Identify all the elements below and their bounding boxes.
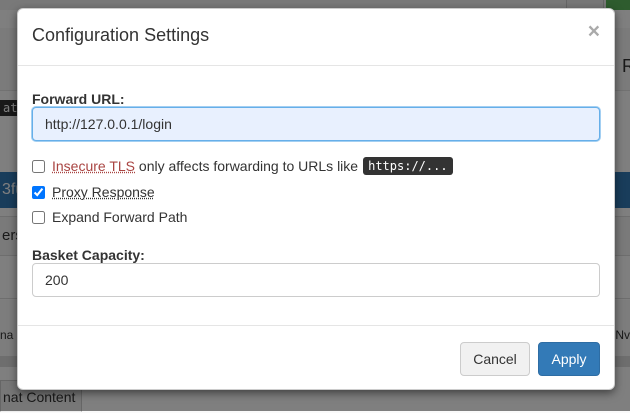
- insecure-tls-text: only affects forwarding to URLs like: [135, 158, 358, 174]
- forward-url-label: Forward URL:: [32, 91, 125, 107]
- modal-header: Configuration Settings ×: [18, 9, 614, 66]
- close-icon[interactable]: ×: [588, 21, 600, 42]
- expand-forward-path-checkbox[interactable]: [32, 210, 45, 224]
- forward-url-input[interactable]: [32, 107, 600, 141]
- insecure-tls-row: Insecure TLS only affects forwarding to …: [32, 157, 453, 175]
- basket-capacity-input[interactable]: [32, 263, 600, 297]
- proxy-response-row: Proxy Response: [32, 184, 155, 200]
- expand-forward-path-label: Expand Forward Path: [52, 209, 188, 225]
- apply-button[interactable]: Apply: [538, 342, 600, 376]
- configuration-modal: Configuration Settings × Forward URL: In…: [17, 8, 615, 390]
- modal-title: Configuration Settings: [32, 25, 210, 45]
- insecure-tls-term: Insecure TLS: [52, 158, 136, 174]
- proxy-response-label: Proxy Response: [52, 184, 155, 200]
- insecure-tls-checkbox[interactable]: [32, 159, 45, 173]
- https-code: https://...: [363, 157, 453, 175]
- cancel-button[interactable]: Cancel: [460, 342, 530, 376]
- proxy-response-checkbox[interactable]: [32, 185, 45, 199]
- expand-forward-path-row: Expand Forward Path: [32, 209, 187, 225]
- insecure-tls-description: only affects forwarding to URLs like: [138, 158, 359, 174]
- modal-footer: Cancel Apply: [18, 325, 614, 390]
- basket-capacity-label: Basket Capacity:: [32, 247, 145, 263]
